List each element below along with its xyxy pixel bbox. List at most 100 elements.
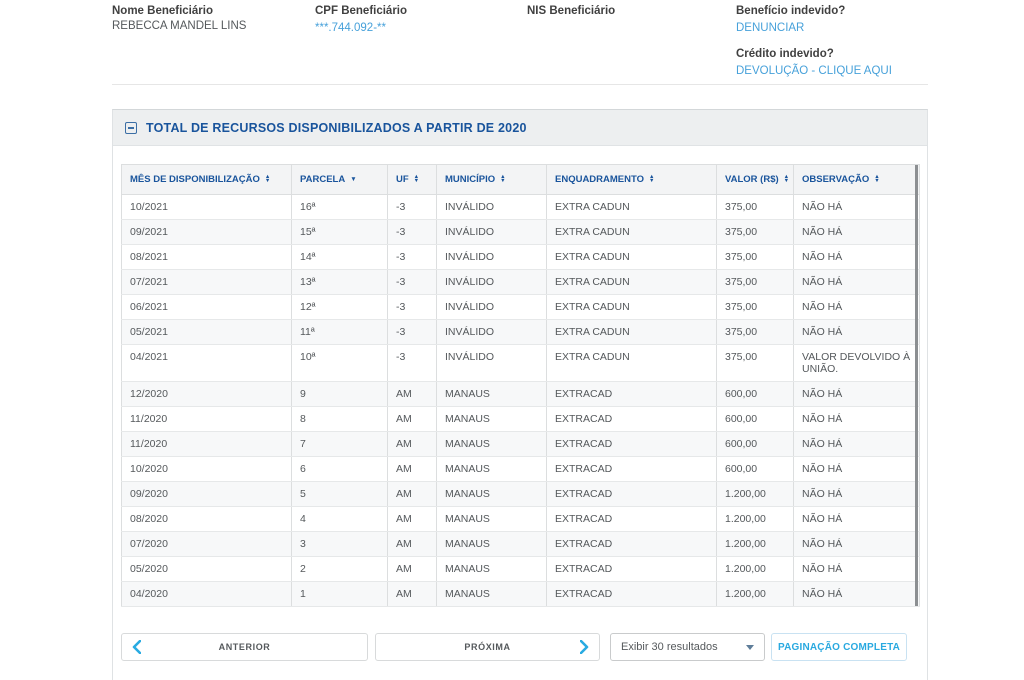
table-cell: INVÁLIDO bbox=[437, 295, 547, 320]
column-header-6[interactable]: OBSERVAÇÃO▲▼ bbox=[794, 165, 920, 195]
table-cell: 14ª bbox=[292, 245, 388, 270]
table-cell: AM bbox=[388, 432, 437, 457]
table-cell: NÃO HÁ bbox=[794, 482, 920, 507]
table-cell: 9 bbox=[292, 382, 388, 407]
column-header-label: OBSERVAÇÃO bbox=[802, 174, 869, 185]
pagination-bar: ANTERIOR PRÓXIMA Exibir 30 resultados PA… bbox=[121, 633, 919, 661]
table-cell: NÃO HÁ bbox=[794, 195, 920, 220]
beneficiary-cpf-label: CPF Beneficiário bbox=[315, 4, 527, 18]
table-cell: 4 bbox=[292, 507, 388, 532]
table-cell: 05/2020 bbox=[122, 557, 292, 582]
table-cell: AM bbox=[388, 482, 437, 507]
beneficiary-info: Nome Beneficiário REBECCA MANDEL LINS CP… bbox=[112, 0, 928, 84]
table-cell: 07/2020 bbox=[122, 532, 292, 557]
column-header-1[interactable]: PARCELA▼ bbox=[292, 165, 388, 195]
table-cell: 1.200,00 bbox=[717, 557, 794, 582]
table-cell: NÃO HÁ bbox=[794, 457, 920, 482]
table-cell: 1.200,00 bbox=[717, 582, 794, 607]
collapse-minus-icon[interactable] bbox=[125, 122, 137, 134]
results-per-page-value: Exibir 30 resultados bbox=[621, 641, 718, 653]
sort-both-icon: ▲▼ bbox=[414, 175, 419, 184]
table-cell: 08/2020 bbox=[122, 507, 292, 532]
table-cell: 7 bbox=[292, 432, 388, 457]
column-header-4[interactable]: ENQUADRAMENTO▲▼ bbox=[547, 165, 717, 195]
improper-credit-label: Crédito indevido? bbox=[736, 47, 928, 61]
table-cell: -3 bbox=[388, 245, 437, 270]
table-cell: EXTRACAD bbox=[547, 532, 717, 557]
table-cell: 11/2020 bbox=[122, 407, 292, 432]
denounce-link[interactable]: DENUNCIAR bbox=[736, 21, 804, 35]
column-header-0[interactable]: MÊS DE DISPONIBILIZAÇÃO▲▼ bbox=[122, 165, 292, 195]
table-cell: NÃO HÁ bbox=[794, 582, 920, 607]
table-cell: MANAUS bbox=[437, 432, 547, 457]
table-cell: MANAUS bbox=[437, 557, 547, 582]
table-cell: NÃO HÁ bbox=[794, 557, 920, 582]
vertical-scrollbar[interactable] bbox=[915, 165, 918, 606]
table-cell: AM bbox=[388, 382, 437, 407]
sort-both-icon: ▲▼ bbox=[500, 175, 505, 184]
table-cell: 05/2021 bbox=[122, 320, 292, 345]
table-cell: INVÁLIDO bbox=[437, 320, 547, 345]
table-cell: 08/2021 bbox=[122, 245, 292, 270]
table-cell: NÃO HÁ bbox=[794, 432, 920, 457]
table-cell: EXTRACAD bbox=[547, 457, 717, 482]
table-cell: EXTRACAD bbox=[547, 507, 717, 532]
next-page-label: PRÓXIMA bbox=[464, 642, 510, 652]
table-row: 04/20201AMMANAUSEXTRACAD1.200,00NÃO HÁ bbox=[122, 582, 920, 607]
table-cell: NÃO HÁ bbox=[794, 295, 920, 320]
table-cell: 10/2020 bbox=[122, 457, 292, 482]
next-page-button[interactable]: PRÓXIMA bbox=[375, 633, 600, 661]
improper-actions: Benefício indevido? DENUNCIAR Crédito in… bbox=[736, 4, 928, 84]
table-cell: MANAUS bbox=[437, 482, 547, 507]
beneficiary-nis-field: NIS Beneficiário bbox=[527, 4, 736, 84]
table-cell: NÃO HÁ bbox=[794, 407, 920, 432]
table-cell: 1 bbox=[292, 582, 388, 607]
table-cell: -3 bbox=[388, 270, 437, 295]
table-cell: 600,00 bbox=[717, 432, 794, 457]
table-cell: VALOR DEVOLVIDO À UNIÃO. bbox=[794, 345, 920, 382]
table-row: 10/202116ª-3INVÁLIDOEXTRA CADUN375,00NÃO… bbox=[122, 195, 920, 220]
previous-page-button[interactable]: ANTERIOR bbox=[121, 633, 368, 661]
column-header-5[interactable]: VALOR (R$)▲▼ bbox=[717, 165, 794, 195]
resources-panel-title: TOTAL DE RECURSOS DISPONIBILIZADOS A PAR… bbox=[146, 121, 527, 135]
table-cell: INVÁLIDO bbox=[437, 270, 547, 295]
table-cell: 04/2020 bbox=[122, 582, 292, 607]
table-cell: AM bbox=[388, 507, 437, 532]
table-cell: NÃO HÁ bbox=[794, 245, 920, 270]
resources-table-wrap: MÊS DE DISPONIBILIZAÇÃO▲▼PARCELA▼UF▲▼MUN… bbox=[121, 164, 919, 607]
chevron-right-icon bbox=[580, 640, 589, 654]
refund-link[interactable]: DEVOLUÇÃO - CLIQUE AQUI bbox=[736, 64, 892, 78]
table-cell: -3 bbox=[388, 320, 437, 345]
results-per-page-select[interactable]: Exibir 30 resultados bbox=[610, 633, 765, 661]
table-cell: EXTRACAD bbox=[547, 482, 717, 507]
table-cell: 09/2021 bbox=[122, 220, 292, 245]
beneficiary-name-field: Nome Beneficiário REBECCA MANDEL LINS bbox=[112, 4, 315, 84]
table-cell: -3 bbox=[388, 220, 437, 245]
table-cell: MANAUS bbox=[437, 507, 547, 532]
table-cell: EXTRACAD bbox=[547, 432, 717, 457]
sort-both-icon: ▲▼ bbox=[784, 175, 789, 184]
resources-table: MÊS DE DISPONIBILIZAÇÃO▲▼PARCELA▼UF▲▼MUN… bbox=[121, 164, 920, 607]
table-cell: AM bbox=[388, 557, 437, 582]
section-divider bbox=[112, 84, 928, 85]
resources-panel-header[interactable]: TOTAL DE RECURSOS DISPONIBILIZADOS A PAR… bbox=[113, 110, 927, 146]
sort-both-icon: ▲▼ bbox=[265, 175, 270, 184]
column-header-3[interactable]: MUNICÍPIO▲▼ bbox=[437, 165, 547, 195]
improper-credit-group: Crédito indevido? DEVOLUÇÃO - CLIQUE AQU… bbox=[736, 47, 928, 79]
table-cell: 2 bbox=[292, 557, 388, 582]
table-cell: MANAUS bbox=[437, 382, 547, 407]
improper-benefit-group: Benefício indevido? DENUNCIAR bbox=[736, 4, 928, 36]
full-pagination-button[interactable]: PAGINAÇÃO COMPLETA bbox=[771, 633, 907, 661]
column-header-2[interactable]: UF▲▼ bbox=[388, 165, 437, 195]
table-cell: 600,00 bbox=[717, 457, 794, 482]
table-cell: 375,00 bbox=[717, 295, 794, 320]
table-cell: -3 bbox=[388, 195, 437, 220]
beneficiary-cpf-field: CPF Beneficiário ***.744.092-** bbox=[315, 4, 527, 84]
table-cell: MANAUS bbox=[437, 582, 547, 607]
table-cell: EXTRACAD bbox=[547, 407, 717, 432]
table-cell: 11ª bbox=[292, 320, 388, 345]
improper-benefit-label: Benefício indevido? bbox=[736, 4, 928, 18]
full-pagination-label: PAGINAÇÃO COMPLETA bbox=[778, 642, 900, 653]
beneficiary-name-label: Nome Beneficiário bbox=[112, 4, 315, 18]
table-cell: -3 bbox=[388, 295, 437, 320]
